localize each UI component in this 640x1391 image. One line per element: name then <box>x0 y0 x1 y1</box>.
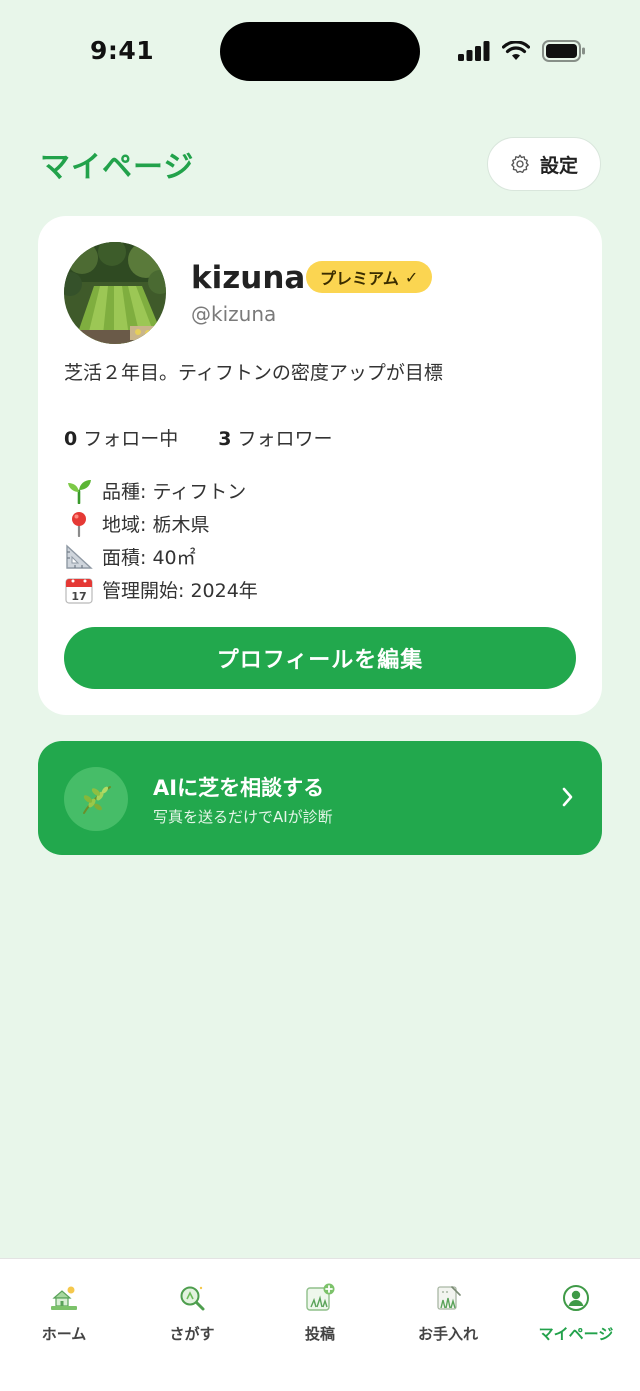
calendar-icon: 17 <box>64 575 94 605</box>
ai-consult-title: AIに芝を相談する <box>153 776 325 800</box>
lawn-photo <box>64 242 166 344</box>
username: kizuna <box>191 260 306 296</box>
ai-icon-badge <box>64 767 128 831</box>
bio-text: 芝活２年目。ティフトンの密度アップが目標 <box>64 362 443 384</box>
following-count: 0 <box>64 428 78 450</box>
tab-care[interactable]: お手入れ <box>384 1259 512 1359</box>
tab-post-label: 投稿 <box>304 1325 335 1343</box>
status-time: 9:41 <box>90 36 155 65</box>
edit-profile-button[interactable]: プロフィールを編集 <box>64 627 576 689</box>
following-stat[interactable]: 0 フォロー中 <box>64 424 178 451</box>
detail-variety-text: 品種: ティフトン <box>102 481 247 503</box>
tab-search-label: さがす <box>169 1325 215 1343</box>
detail-variety: 品種: ティフトン <box>64 474 258 507</box>
detail-region-text: 地域: 栃木県 <box>102 514 210 536</box>
calendar-day: 17 <box>71 590 86 603</box>
care-icon <box>433 1283 463 1313</box>
mypage-screen: 9:41 マイページ 設定 kizuna プレミアム ✓ @kizuna 芝活２… <box>0 0 640 1391</box>
premium-badge-label: プレミアム <box>320 269 399 288</box>
grass-leaf-icon <box>83 786 111 814</box>
ai-consult-subtitle: 写真を送るだけでAIが診断 <box>153 808 333 826</box>
ai-consult-card[interactable]: AIに芝を相談する 写真を送るだけでAIが診断 <box>38 741 602 855</box>
tab-mypage[interactable]: マイページ <box>512 1259 640 1359</box>
following-label: フォロー中 <box>83 428 179 450</box>
tab-mypage-label: マイページ <box>538 1325 614 1343</box>
post-icon <box>305 1283 335 1313</box>
pin-icon <box>64 509 94 539</box>
followers-count: 3 <box>218 428 232 450</box>
search-icon <box>177 1283 207 1313</box>
premium-badge: プレミアム ✓ <box>306 261 433 293</box>
follow-stats: 0 フォロー中 3 フォロワー <box>64 424 333 451</box>
triangle-ruler-icon <box>64 542 94 572</box>
wifi-icon <box>502 41 530 60</box>
cellular-signal-icon <box>458 41 490 61</box>
tab-home[interactable]: ホーム <box>0 1259 128 1359</box>
avatar[interactable] <box>64 242 166 344</box>
detail-region: 地域: 栃木県 <box>64 507 258 540</box>
mypage-icon <box>561 1283 591 1313</box>
settings-label: 設定 <box>539 154 578 177</box>
dynamic-island <box>220 22 420 81</box>
tab-home-label: ホーム <box>41 1325 87 1343</box>
user-handle: @kizuna <box>191 302 277 326</box>
profile-card: kizuna プレミアム ✓ @kizuna 芝活２年目。ティフトンの密度アップ… <box>38 216 602 715</box>
tab-bar: ホーム さがす 投稿 お手入れ マイページ <box>0 1258 640 1391</box>
gear-icon <box>511 154 529 173</box>
followers-stat[interactable]: 3 フォロワー <box>218 424 332 451</box>
settings-button[interactable]: 設定 <box>487 137 601 191</box>
battery-icon <box>542 40 585 62</box>
status-icons <box>458 40 586 62</box>
tab-post[interactable]: 投稿 <box>256 1259 384 1359</box>
chevron-right-icon <box>562 787 573 807</box>
tab-search[interactable]: さがす <box>128 1259 256 1359</box>
page-title: マイページ <box>40 150 195 185</box>
followers-label: フォロワー <box>237 428 333 450</box>
detail-area: 面積: 40㎡ <box>64 540 258 573</box>
tab-care-label: お手入れ <box>417 1325 478 1343</box>
status-bar: 9:41 <box>0 0 640 100</box>
detail-start: 17 管理開始: 2024年 <box>64 573 258 606</box>
seedling-icon <box>64 476 94 506</box>
detail-start-text: 管理開始: 2024年 <box>102 580 258 602</box>
profile-details: 品種: ティフトン 地域: 栃木県 面積: 40㎡ 17 管理開始: 2024年 <box>64 474 258 606</box>
home-icon <box>49 1283 79 1313</box>
check-icon: ✓ <box>404 267 419 287</box>
detail-area-text: 面積: 40㎡ <box>102 547 196 569</box>
